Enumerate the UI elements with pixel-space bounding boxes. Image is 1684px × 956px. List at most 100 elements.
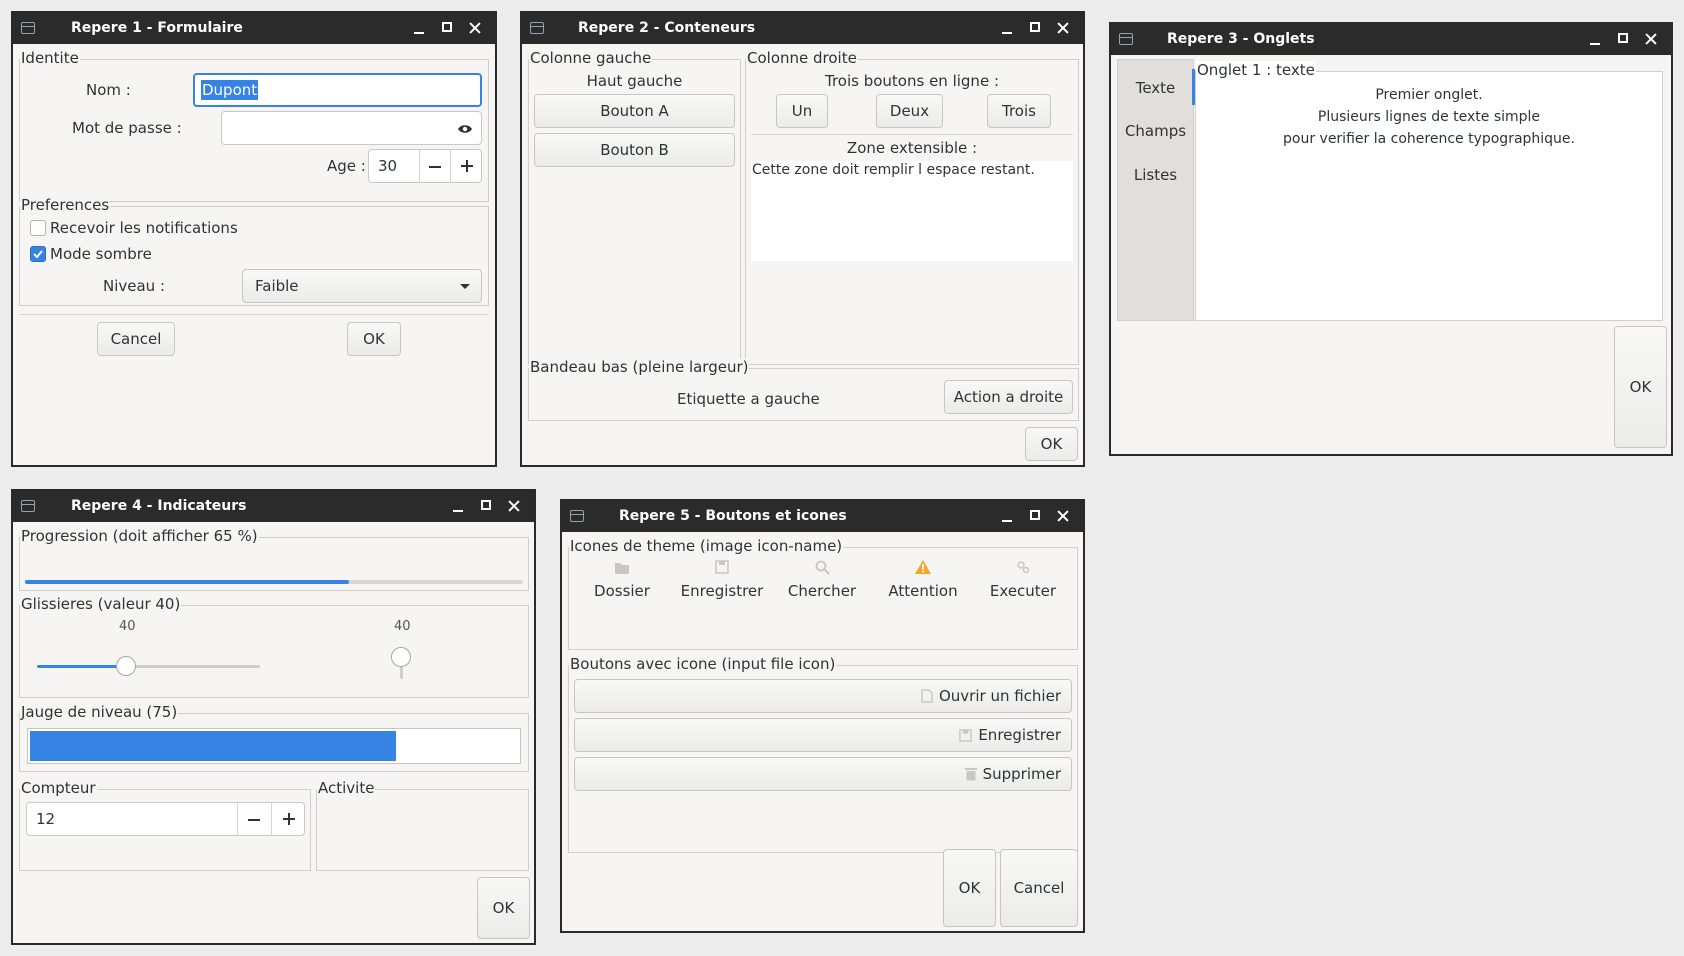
colonne-gauche-legend: Colonne gauche [529,49,653,67]
file-icon [921,689,933,703]
ok-button[interactable]: OK [477,877,530,939]
close-icon[interactable] [500,494,528,518]
niveau-dropdown[interactable]: Faible [242,269,482,303]
maximize-icon[interactable] [433,16,461,40]
trois-boutons-label: Trois boutons en ligne : [825,72,999,90]
preferences-legend: Preferences [20,196,111,214]
minimize-icon[interactable] [993,16,1021,40]
window-menu-icon[interactable] [530,22,544,34]
tab-champs[interactable]: Champs [1117,122,1194,140]
boutons-icone-legend: Boutons avec icone (input file icon) [569,655,837,673]
close-icon[interactable] [1637,27,1665,51]
minimize-icon[interactable] [444,494,472,518]
level-bar-fill [30,731,396,761]
maximize-icon[interactable] [1021,16,1049,40]
window-menu-icon[interactable] [21,22,35,34]
h-slider-fill [37,665,127,668]
nom-label: Nom : [86,81,131,99]
zone-extensible-textview[interactable]: Cette zone doit remplir l espace restant… [751,161,1073,261]
ok-button[interactable]: OK [1025,427,1078,461]
decrement-icon[interactable] [248,819,260,821]
mode-sombre-label[interactable]: Mode sombre [50,245,152,263]
decrement-icon[interactable] [429,166,441,168]
window-title: Repere 1 - Formulaire [71,20,243,36]
increment-icon[interactable] [283,813,295,825]
progress-bar-fill [25,580,349,584]
cancel-button[interactable]: Cancel [1000,849,1078,927]
trash-icon [964,768,977,781]
horizontal-slider[interactable] [37,656,260,676]
tab-bar [1117,59,1194,321]
window-menu-icon[interactable] [570,510,584,522]
ok-button[interactable]: OK [943,849,996,927]
niveau-label: Niveau : [103,277,166,295]
titlebar[interactable]: Repere 3 - Onglets [1111,24,1671,55]
window-indicateurs: Repere 4 - Indicateurs Progression (doit… [11,489,536,945]
vertical-slider[interactable] [391,647,411,679]
tab-listes[interactable]: Listes [1117,166,1194,184]
action-droite-button[interactable]: Action a droite [944,380,1073,414]
bouton-a[interactable]: Bouton A [534,94,735,128]
ok-button[interactable]: OK [347,322,401,356]
maximize-icon[interactable] [1021,504,1049,528]
haut-gauche-label: Haut gauche [586,72,683,90]
age-spinbutton[interactable]: 30 [368,149,482,183]
chevron-down-icon [460,284,470,289]
v-slider-handle[interactable] [391,647,411,667]
minimize-icon[interactable] [993,504,1021,528]
window-menu-icon[interactable] [21,500,35,512]
onglet-legend: Onglet 1 : texte [1196,61,1316,79]
separator [751,134,1073,135]
mode-sombre-checkbox[interactable] [30,246,46,262]
colonne-droite-legend: Colonne droite [746,49,858,67]
ouvrir-fichier-label: Ouvrir un fichier [938,687,1061,705]
age-value: 30 [378,157,398,175]
etiquette-gauche-label: Etiquette a gauche [677,390,820,408]
close-icon[interactable] [461,16,489,40]
activite-legend: Activite [317,779,376,797]
bouton-b[interactable]: Bouton B [534,133,735,167]
notifications-label[interactable]: Recevoir les notifications [50,219,238,237]
chercher-label: Chercher [787,582,857,600]
v-slider-value: 40 [394,619,411,634]
warning-icon [915,560,931,574]
maximize-icon[interactable] [1609,27,1637,51]
save-icon [715,560,729,574]
niveau-value: Faible [255,277,299,295]
mot-de-passe-input[interactable] [221,111,482,145]
attention-label: Attention [888,582,958,600]
window-menu-icon[interactable] [1119,33,1133,45]
window-formulaire: Repere 1 - Formulaire Identite Nom : Dup… [11,11,497,467]
titlebar[interactable]: Repere 4 - Indicateurs [13,491,534,522]
notifications-checkbox[interactable] [30,220,46,236]
compteur-legend: Compteur [20,779,97,797]
minimize-icon[interactable] [405,16,433,40]
minimize-icon[interactable] [1581,27,1609,51]
tab-texte[interactable]: Texte [1117,79,1194,97]
increment-icon[interactable] [461,160,473,172]
trois-button[interactable]: Trois [987,94,1051,128]
onglet-line-2: Plusieurs lignes de texte simple [1317,109,1541,125]
titlebar[interactable]: Repere 5 - Boutons et icones [562,501,1083,532]
supprimer-button[interactable]: Supprimer [574,757,1072,791]
deux-button[interactable]: Deux [876,94,943,128]
progression-legend: Progression (doit afficher 65 %) [20,527,259,545]
bandeau-bas-legend: Bandeau bas (pleine largeur) [529,358,750,376]
close-icon[interactable] [1049,504,1077,528]
maximize-icon[interactable] [472,494,500,518]
window-conteneurs: Repere 2 - Conteneurs Colonne gauche Hau… [520,11,1085,467]
close-icon[interactable] [1049,16,1077,40]
titlebar[interactable]: Repere 2 - Conteneurs [522,13,1083,44]
enregistrer-button[interactable]: Enregistrer [574,718,1072,752]
nom-input[interactable]: Dupont [193,73,482,107]
jauge-legend: Jauge de niveau (75) [20,703,179,721]
ok-button[interactable]: OK [1614,326,1667,448]
window-title: Repere 2 - Conteneurs [578,20,756,36]
titlebar[interactable]: Repere 1 - Formulaire [13,13,495,44]
un-button[interactable]: Un [776,94,828,128]
eye-icon[interactable] [457,123,473,135]
ouvrir-fichier-button[interactable]: Ouvrir un fichier [574,679,1072,713]
compteur-spinbutton[interactable]: 12 [26,802,305,836]
enregistrer-icon-label: Enregistrer [680,582,764,600]
cancel-button[interactable]: Cancel [97,322,175,356]
